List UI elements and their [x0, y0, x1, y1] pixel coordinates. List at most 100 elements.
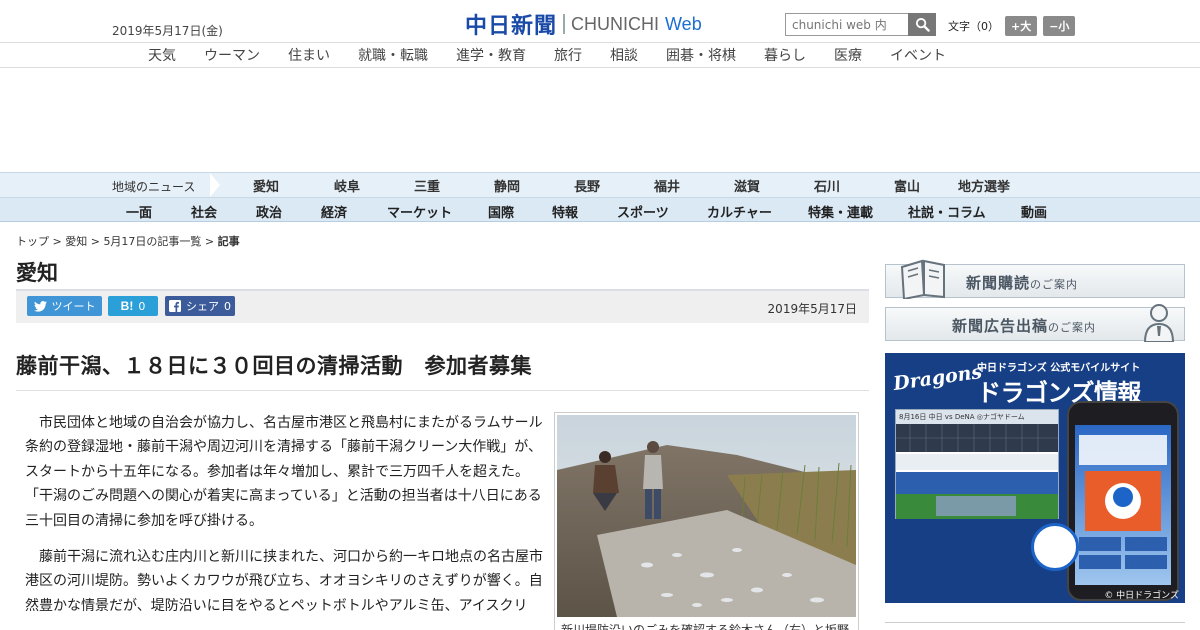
- section-item-market[interactable]: マーケット: [387, 202, 452, 221]
- breadcrumb: トップ > 愛知 > 5月17日の記事一覧 > 記事: [16, 233, 240, 249]
- region-label: 地域のニュース: [112, 180, 196, 194]
- article-body: 市民団体と地域の自治会が協力し、名古屋市港区と飛島村にまたがるラムサール条約の登…: [25, 411, 545, 630]
- site-header: 2019年5月17日(金) 中日新聞 CHUNICHI Web 文字（0） +大…: [0, 0, 1200, 43]
- region-item-aichi[interactable]: 愛知: [253, 176, 279, 195]
- headline-divider: [16, 390, 869, 391]
- section-item-politics[interactable]: 政治: [256, 202, 282, 221]
- article-paragraph: 藤前干潟に流れ込む庄内川と新川に挟まれた、河口から約一キロ地点の名古屋市港区の河…: [25, 549, 543, 614]
- region-item-shizuoka[interactable]: 静岡: [494, 176, 520, 195]
- breadcrumb-sep: >: [87, 235, 104, 248]
- subscribe-sub: のご案内: [1030, 278, 1079, 291]
- riverbank-photo-image: [557, 415, 856, 617]
- photo-caption: 新川堤防沿いのごみを確認する鈴木さん（右）と坂野: [561, 623, 850, 630]
- region-item-mie[interactable]: 三重: [414, 176, 440, 195]
- section-nav: 一面 社会 政治 経済 マーケット 国際 特報 スポーツ カルチャー 特集・連載…: [0, 198, 1200, 222]
- section-item-culture[interactable]: カルチャー: [707, 202, 772, 221]
- page-title: 愛知: [16, 261, 58, 285]
- subscribe-banner-label: 新聞購読のご案内: [966, 272, 1078, 293]
- logo-en: CHUNICHI: [571, 13, 660, 34]
- tweet-button[interactable]: ツイート: [27, 296, 102, 316]
- hatena-count: 0: [138, 299, 146, 313]
- hatena-icon: B!: [120, 299, 134, 313]
- site-search: [785, 13, 936, 36]
- nav-item-travel[interactable]: 旅行: [554, 45, 582, 65]
- article-date: 2019年5月17日: [767, 302, 857, 316]
- dragons-phone-graphic: [1079, 435, 1167, 569]
- advertise-sub: のご案内: [1048, 321, 1097, 334]
- font-size-controls: 文字（0） +大 −小: [948, 16, 1076, 36]
- region-item-toyama[interactable]: 富山: [894, 176, 920, 195]
- section-item-features[interactable]: 特集・連載: [808, 202, 873, 221]
- article-photo[interactable]: [557, 415, 856, 617]
- logo-separator: [563, 14, 566, 34]
- dragons-tagline: 中日ドラゴンズ 公式モバイルサイト: [977, 363, 1141, 374]
- service-nav: 天気 ウーマン 住まい 就職・転職 進学・教育 旅行 相談 囲碁・将棋 暮らし …: [0, 43, 1200, 68]
- advertise-banner[interactable]: 新聞広告出稿のご案内: [885, 304, 1185, 342]
- region-item-shiga[interactable]: 滋賀: [734, 176, 760, 195]
- facebook-share-button[interactable]: シェア 0: [165, 296, 235, 316]
- logo-jp: 中日新聞: [465, 13, 558, 39]
- breadcrumb-top[interactable]: トップ: [16, 235, 49, 248]
- nav-item-go-shogi[interactable]: 囲碁・将棋: [666, 45, 736, 65]
- facebook-share-count: 0: [224, 299, 231, 313]
- section-item-world[interactable]: 国際: [488, 202, 514, 221]
- nav-item-education[interactable]: 進学・教育: [456, 45, 526, 65]
- region-item-gifu[interactable]: 岐阜: [334, 176, 360, 195]
- region-item-nagano[interactable]: 長野: [574, 176, 600, 195]
- article-photo-figure: 新川堤防沿いのごみを確認する鈴木さん（右）と坂野: [554, 412, 859, 630]
- advertise-main: 新聞広告出稿: [952, 317, 1049, 335]
- section-item-editorial[interactable]: 社説・コラム: [908, 202, 986, 221]
- site-logo[interactable]: 中日新聞 CHUNICHI Web: [465, 8, 702, 40]
- section-item-society[interactable]: 社会: [191, 202, 217, 221]
- nav-item-consult[interactable]: 相談: [610, 45, 638, 65]
- region-item-elections[interactable]: 地方選挙: [958, 176, 1010, 195]
- nav-item-woman[interactable]: ウーマン: [204, 45, 260, 65]
- font-size-label: 文字（0）: [948, 20, 999, 33]
- region-nav: 地域のニュース 愛知 岐阜 三重 静岡 長野 福井 滋賀 石川 富山 地方選挙: [0, 172, 1200, 198]
- section-item-tokuho[interactable]: 特報: [552, 202, 578, 221]
- nav-item-jobs[interactable]: 就職・転職: [358, 45, 428, 65]
- section-item-economy[interactable]: 経済: [321, 202, 347, 221]
- hatena-bookmark-button[interactable]: B! 0: [108, 296, 158, 316]
- dragons-copyright: © 中日ドラゴンズ: [1104, 591, 1179, 601]
- share-bar: ツイート B! 0 シェア 0 2019年5月17日: [16, 289, 869, 323]
- twitter-bird-icon: [33, 300, 47, 312]
- breadcrumb-sep: >: [201, 235, 218, 248]
- nav-item-medical[interactable]: 医療: [834, 45, 862, 65]
- region-item-ishikawa[interactable]: 石川: [814, 176, 840, 195]
- section-item-video[interactable]: 動画: [1021, 202, 1047, 221]
- dragons-scoreboard: 8月16日 中日 vs DeNA ◎ナゴヤドーム: [895, 409, 1059, 519]
- logo-web: Web: [665, 13, 702, 34]
- advertise-banner-label: 新聞広告出稿のご案内: [952, 315, 1096, 336]
- region-arrow: [210, 173, 220, 197]
- dragons-mobile-ad[interactable]: Dragons 中日ドラゴンズ 公式モバイルサイト ドラゴンズ情報 8月16日 …: [885, 353, 1185, 603]
- facebook-share-label: シェア: [186, 300, 219, 313]
- font-larger-button[interactable]: +大: [1005, 16, 1038, 36]
- dragons-phone-screen: [1075, 425, 1171, 585]
- nav-item-housing[interactable]: 住まい: [288, 45, 330, 65]
- breadcrumb-list[interactable]: 5月17日の記事一覧: [103, 235, 201, 248]
- dragons-phone-mock: [1067, 401, 1179, 601]
- dragons-logo: Dragons: [891, 360, 984, 396]
- dragons-mascot: [1031, 523, 1079, 571]
- search-icon: [915, 17, 930, 32]
- nav-item-weather[interactable]: 天気: [148, 45, 176, 65]
- nav-item-events[interactable]: イベント: [890, 45, 946, 65]
- font-smaller-button[interactable]: −小: [1043, 16, 1076, 36]
- region-item-fukui[interactable]: 福井: [654, 176, 680, 195]
- search-input[interactable]: [785, 13, 908, 36]
- book-icon: [900, 259, 945, 299]
- facebook-icon: [169, 300, 181, 312]
- section-item-front[interactable]: 一面: [126, 202, 152, 221]
- sidebar-divider: [885, 622, 1185, 623]
- nav-item-living[interactable]: 暮らし: [764, 45, 806, 65]
- breadcrumb-region[interactable]: 愛知: [65, 235, 87, 248]
- subscribe-banner[interactable]: 新聞購読のご案内: [885, 259, 1185, 299]
- ad-space: [0, 68, 1200, 172]
- article-headline: 藤前干潟、１８日に３０回目の清掃活動 参加者募集: [16, 354, 532, 378]
- article-paragraph: 市民団体と地域の自治会が協力し、名古屋市港区と飛島村にまたがるラムサール条約の登…: [25, 415, 543, 529]
- breadcrumb-sep: >: [49, 235, 66, 248]
- search-button[interactable]: [908, 13, 936, 36]
- breadcrumb-current: 記事: [217, 235, 240, 248]
- section-item-sports[interactable]: スポーツ: [617, 202, 669, 221]
